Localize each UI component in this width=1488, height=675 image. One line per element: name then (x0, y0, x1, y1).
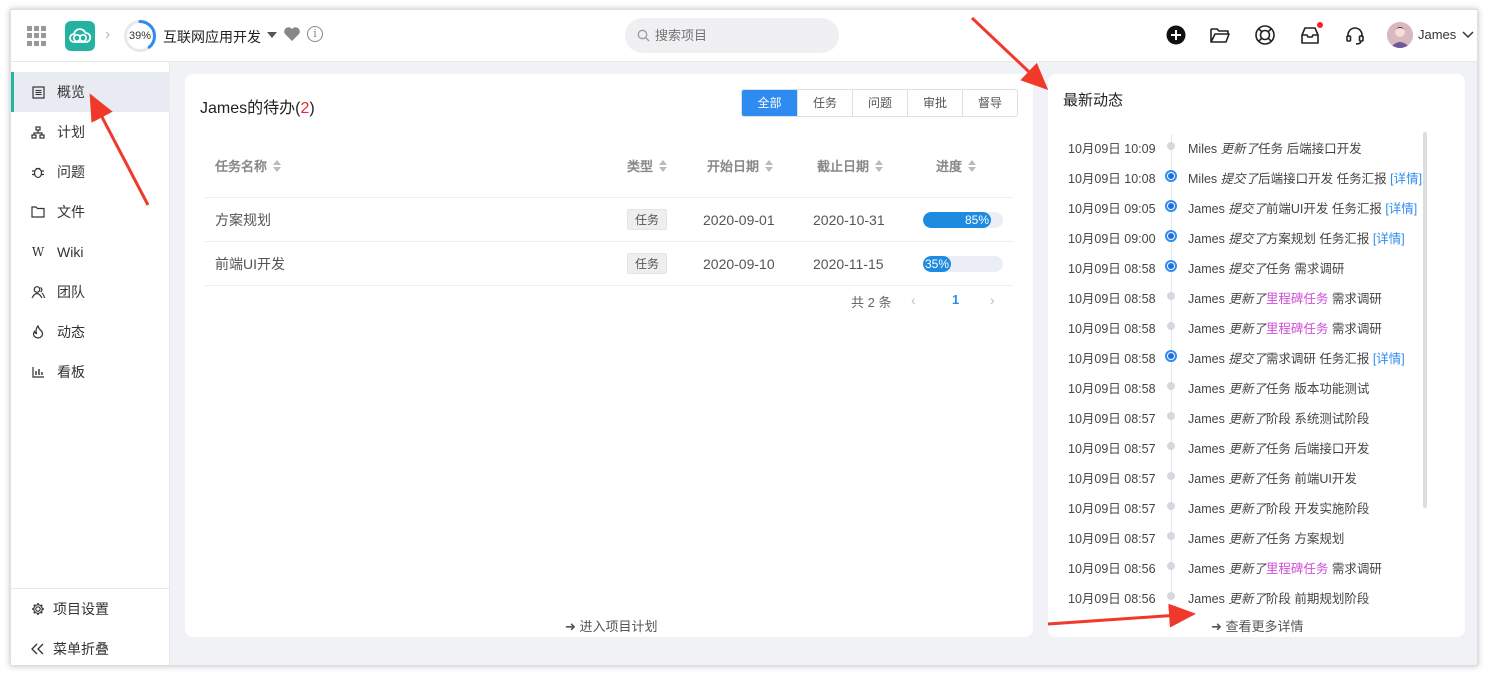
annotation-arrow (89, 93, 150, 206)
annotation-arrow (1047, 603, 1196, 628)
annotation-arrows (89, 16, 1196, 628)
annotation-arrow (970, 16, 1049, 91)
